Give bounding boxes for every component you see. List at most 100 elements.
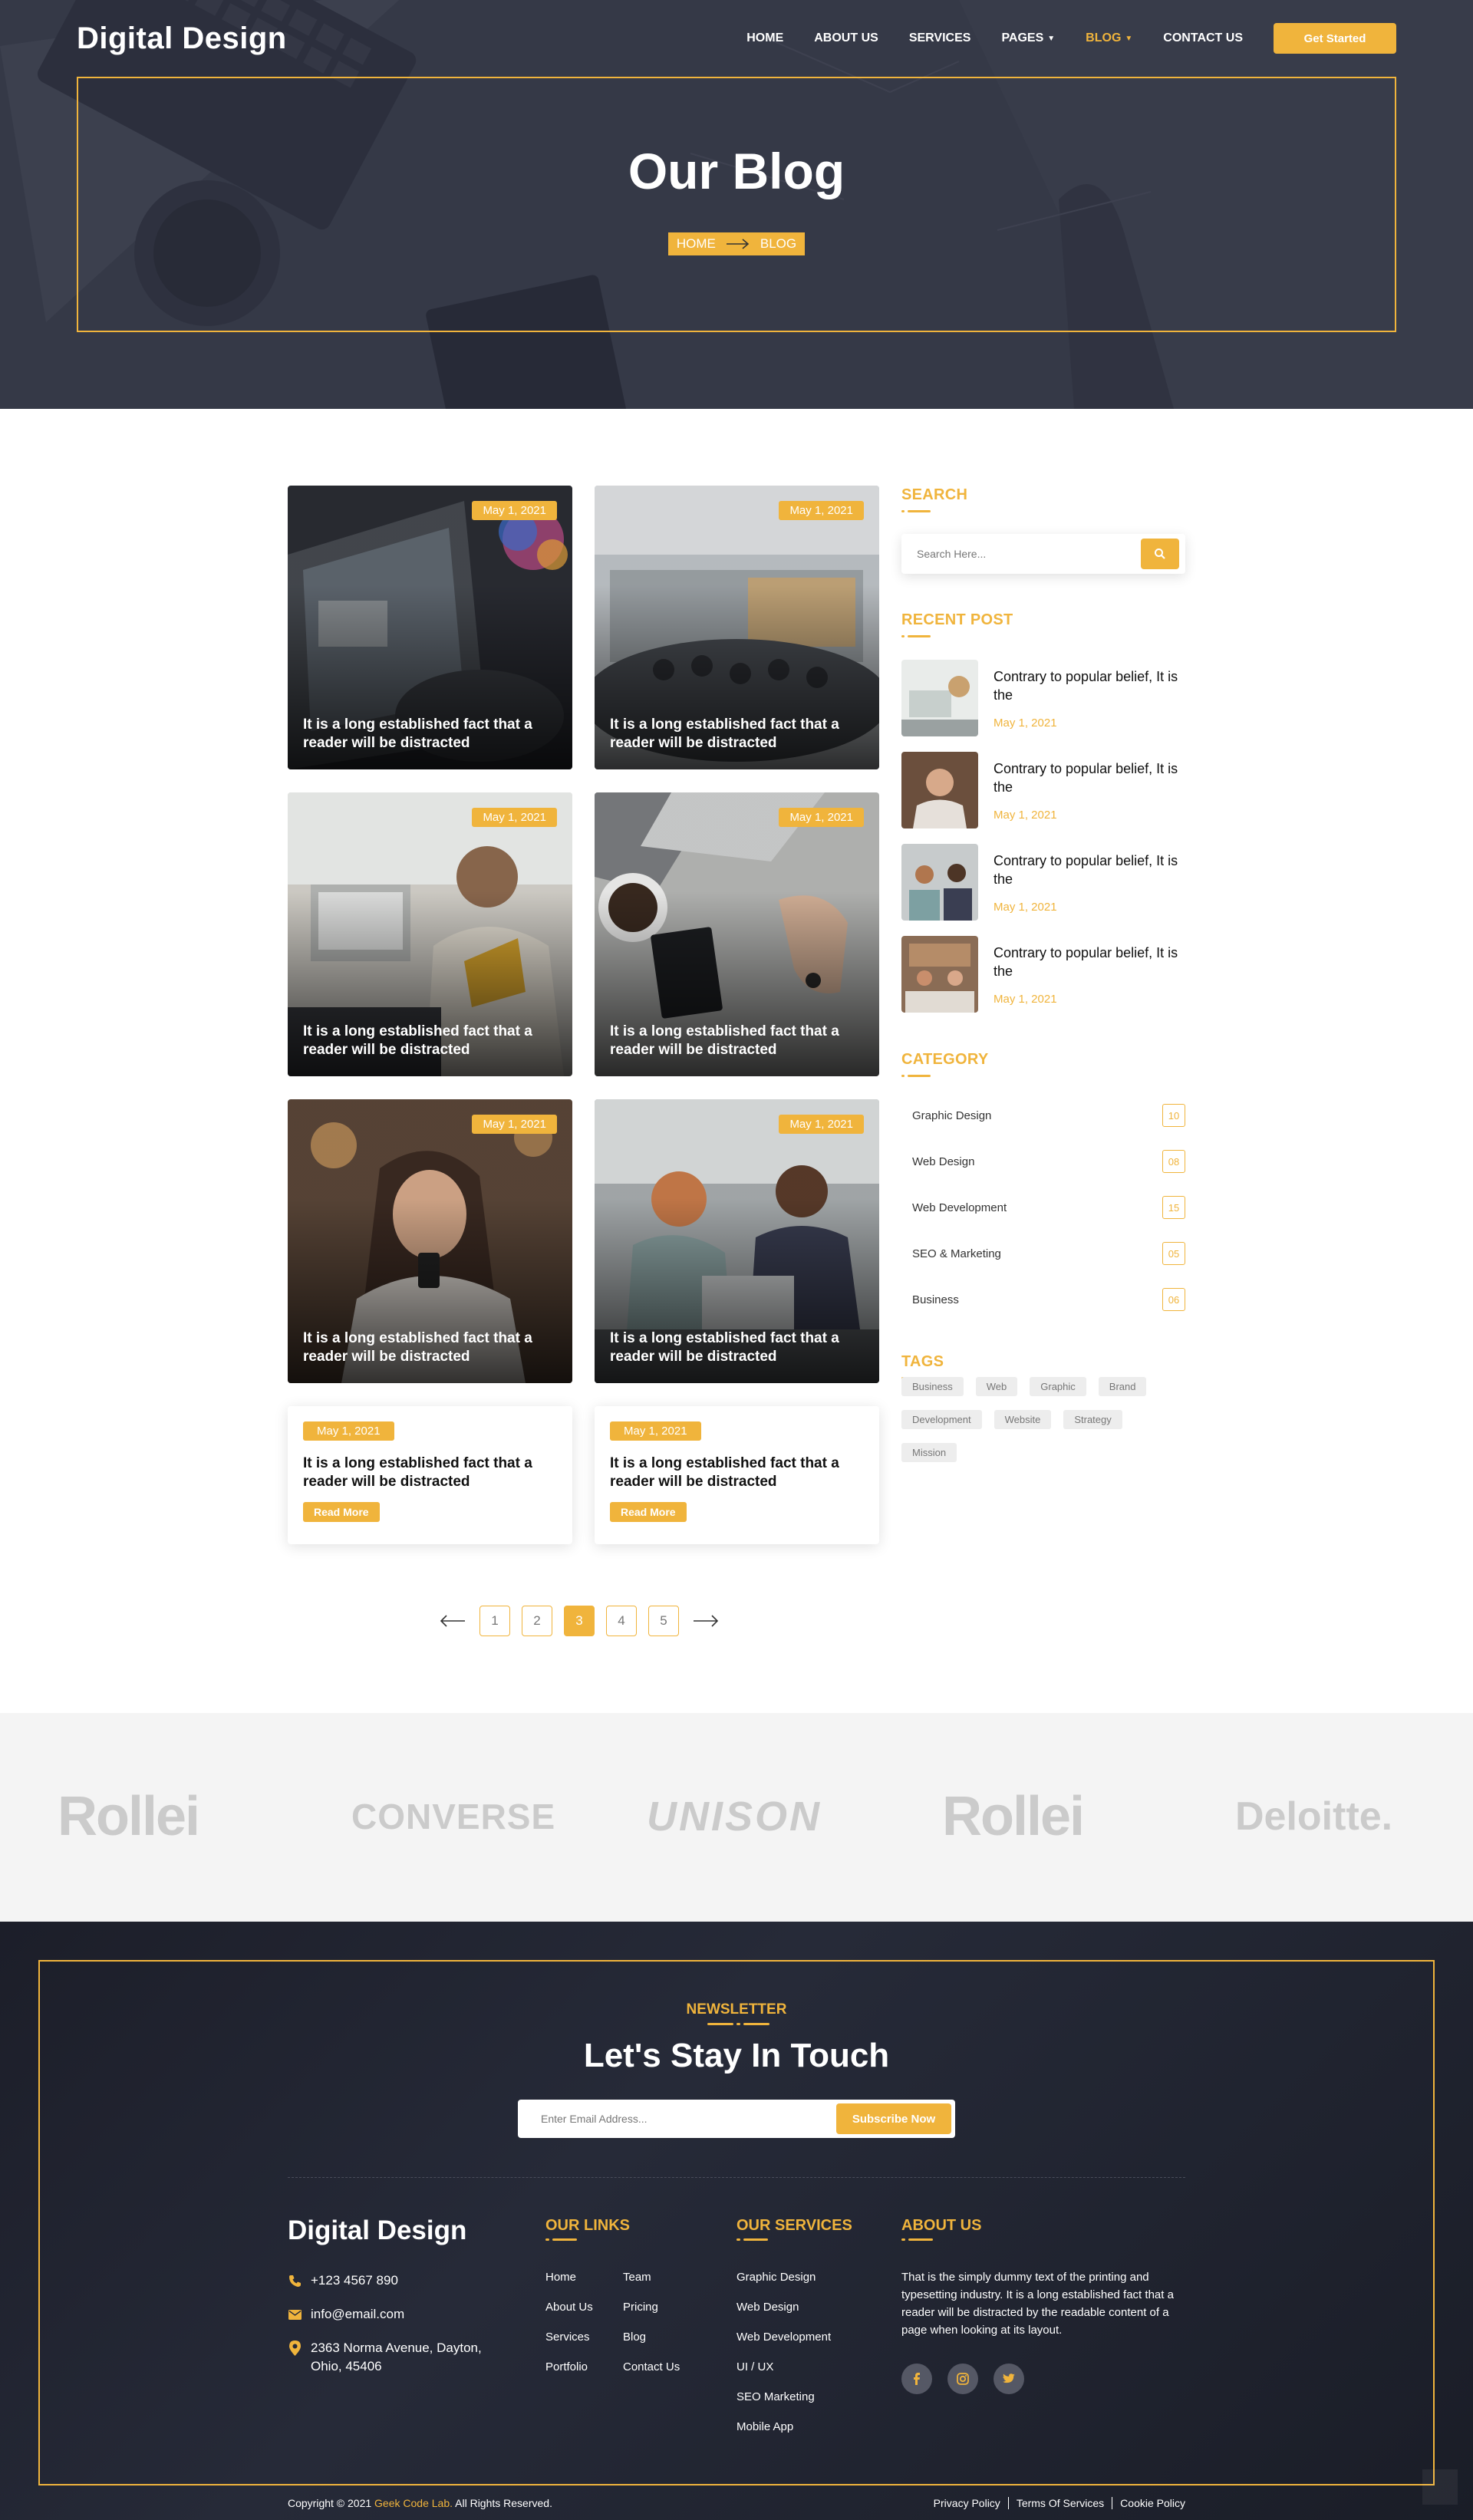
tag-item[interactable]: Web: [975, 1377, 1018, 1396]
read-more-button[interactable]: Read More: [303, 1502, 380, 1522]
recent-post-text: Contrary to popular belief, It is the Ma…: [994, 660, 1185, 736]
post-title[interactable]: It is a long established fact that a rea…: [303, 1454, 557, 1491]
category-item[interactable]: Web Development 15: [901, 1194, 1185, 1221]
copyright-brand-link[interactable]: Geek Code Lab.: [374, 2497, 453, 2509]
page-2[interactable]: 2: [522, 1606, 552, 1636]
category-name: Web Design: [912, 1155, 975, 1168]
nav-about[interactable]: ABOUT US: [814, 31, 878, 45]
tag-item[interactable]: Business: [901, 1377, 964, 1396]
cookie-policy-link[interactable]: Cookie Policy: [1112, 2497, 1185, 2509]
footer-about-text: That is the simply dummy text of the pri…: [901, 2271, 1174, 2337]
newsletter-label: NEWSLETTER: [686, 2001, 787, 2018]
footer-service-link[interactable]: Graphic Design: [736, 2271, 816, 2284]
recent-post-item[interactable]: Contrary to popular belief, It is the Ma…: [901, 844, 1185, 921]
heading-underline: [901, 635, 1013, 637]
blog-card[interactable]: May 1, 2021 It is a long established fac…: [595, 1099, 879, 1383]
scroll-to-top-button[interactable]: [1422, 2469, 1458, 2505]
footer-link-pricing[interactable]: Pricing: [623, 2301, 658, 2314]
recent-post-item[interactable]: Contrary to popular belief, It is the Ma…: [901, 660, 1185, 736]
copyright-prefix: Copyright © 2021: [288, 2497, 372, 2509]
page-5[interactable]: 5: [648, 1606, 679, 1636]
recent-post-title[interactable]: Contrary to popular belief, It is the: [994, 667, 1185, 704]
recent-post-title[interactable]: Contrary to popular belief, It is the: [994, 759, 1185, 796]
recent-post-title[interactable]: Contrary to popular belief, It is the: [994, 944, 1185, 980]
breadcrumb: HOME BLOG: [668, 232, 805, 255]
blog-card[interactable]: May 1, 2021 It is a long established fac…: [288, 792, 572, 1076]
category-name: Business: [912, 1293, 959, 1306]
page-title: Our Blog: [628, 143, 845, 199]
category-item[interactable]: Graphic Design 10: [901, 1102, 1185, 1129]
read-more-button[interactable]: Read More: [610, 1502, 687, 1522]
footer-link-blog[interactable]: Blog: [623, 2331, 646, 2344]
recent-post-item[interactable]: Contrary to popular belief, It is the Ma…: [901, 936, 1185, 1013]
get-started-button[interactable]: Get Started: [1274, 23, 1396, 54]
breadcrumb-home[interactable]: HOME: [677, 236, 716, 252]
tag-item[interactable]: Strategy: [1063, 1410, 1122, 1429]
address-text: 2363 Norma Avenue, Dayton, Ohio, 45406: [311, 2339, 482, 2376]
footer-link-about[interactable]: About Us: [545, 2301, 593, 2314]
recent-post-title[interactable]: Contrary to popular belief, It is the: [994, 852, 1185, 888]
page-1[interactable]: 1: [479, 1606, 510, 1636]
post-title[interactable]: It is a long established fact that a rea…: [610, 716, 865, 753]
footer-service-link[interactable]: UI / UX: [736, 2360, 773, 2373]
recent-post-text: Contrary to popular belief, It is the Ma…: [994, 844, 1185, 921]
recent-heading-block: RECENT POST: [901, 611, 1013, 637]
tag-item[interactable]: Website: [994, 1410, 1052, 1429]
footer-service-link[interactable]: SEO Marketing: [736, 2390, 815, 2403]
arrow-left-icon[interactable]: [437, 1606, 468, 1636]
tag-item[interactable]: Graphic: [1030, 1377, 1086, 1396]
footer-link-home[interactable]: Home: [545, 2271, 576, 2284]
email-field[interactable]: [541, 2113, 836, 2125]
post-title[interactable]: It is a long established fact that a rea…: [303, 1329, 559, 1366]
category-item[interactable]: Business 06: [901, 1286, 1185, 1313]
footer-link-services[interactable]: Services: [545, 2331, 590, 2344]
recent-post-item[interactable]: Contrary to popular belief, It is the Ma…: [901, 752, 1185, 828]
facebook-icon[interactable]: [901, 2364, 932, 2394]
page-3-current[interactable]: 3: [564, 1606, 595, 1636]
terms-link[interactable]: Terms Of Services: [1007, 2497, 1112, 2509]
subscribe-button[interactable]: Subscribe Now: [836, 2103, 951, 2134]
blog-text-card[interactable]: May 1, 2021 It is a long established fac…: [288, 1406, 572, 1544]
category-item[interactable]: Web Design 08: [901, 1148, 1185, 1175]
site-logo[interactable]: Digital Design: [77, 21, 287, 56]
search-button[interactable]: [1141, 539, 1179, 569]
post-title[interactable]: It is a long established fact that a rea…: [303, 716, 559, 753]
tag-item[interactable]: Brand: [1098, 1377, 1147, 1396]
newsletter-title: Let's Stay In Touch: [583, 2037, 890, 2074]
nav-services[interactable]: SERVICES: [909, 31, 971, 45]
footer-link-contact[interactable]: Contact Us: [623, 2360, 680, 2373]
page-4[interactable]: 4: [606, 1606, 637, 1636]
footer-link-portfolio[interactable]: Portfolio: [545, 2360, 588, 2373]
search-input[interactable]: [917, 548, 1141, 560]
blog-text-card[interactable]: May 1, 2021 It is a long established fac…: [595, 1406, 879, 1544]
post-date: May 1, 2021: [779, 501, 864, 520]
footer-logo[interactable]: Digital Design: [288, 2215, 466, 2246]
blog-card[interactable]: May 1, 2021 It is a long established fac…: [595, 486, 879, 769]
email-address[interactable]: info@email.com: [311, 2305, 404, 2324]
instagram-icon[interactable]: [947, 2364, 978, 2394]
nav-home[interactable]: HOME: [746, 31, 783, 45]
privacy-policy-link[interactable]: Privacy Policy: [926, 2497, 1008, 2509]
tag-item[interactable]: Development: [901, 1410, 982, 1429]
nav-blog[interactable]: BLOG ▼: [1086, 31, 1132, 45]
category-item[interactable]: SEO & Marketing 05: [901, 1240, 1185, 1267]
post-title[interactable]: It is a long established fact that a rea…: [303, 1023, 559, 1059]
footer-link-team[interactable]: Team: [623, 2271, 651, 2284]
footer-service-link[interactable]: Web Design: [736, 2301, 799, 2314]
blog-card[interactable]: May 1, 2021 It is a long established fac…: [288, 486, 572, 769]
post-title[interactable]: It is a long established fact that a rea…: [610, 1023, 865, 1059]
nav-pages[interactable]: PAGES ▼: [1001, 31, 1055, 45]
post-title[interactable]: It is a long established fact that a rea…: [610, 1329, 865, 1366]
post-title[interactable]: It is a long established fact that a rea…: [610, 1454, 864, 1491]
post-date: May 1, 2021: [472, 808, 557, 827]
blog-card[interactable]: May 1, 2021 It is a long established fac…: [288, 1099, 572, 1383]
arrow-right-icon[interactable]: [690, 1606, 721, 1636]
footer-service-link[interactable]: Web Development: [736, 2331, 831, 2344]
phone-number[interactable]: +123 4567 890: [311, 2271, 398, 2290]
footer-service-link[interactable]: Mobile App: [736, 2420, 793, 2433]
blog-card[interactable]: May 1, 2021 It is a long established fac…: [595, 792, 879, 1076]
nav-contact[interactable]: CONTACT US: [1163, 31, 1243, 45]
tag-item[interactable]: Mission: [901, 1443, 957, 1462]
twitter-icon[interactable]: [994, 2364, 1024, 2394]
site-footer: NEWSLETTER Let's Stay In Touch Subscribe…: [0, 1922, 1473, 2520]
